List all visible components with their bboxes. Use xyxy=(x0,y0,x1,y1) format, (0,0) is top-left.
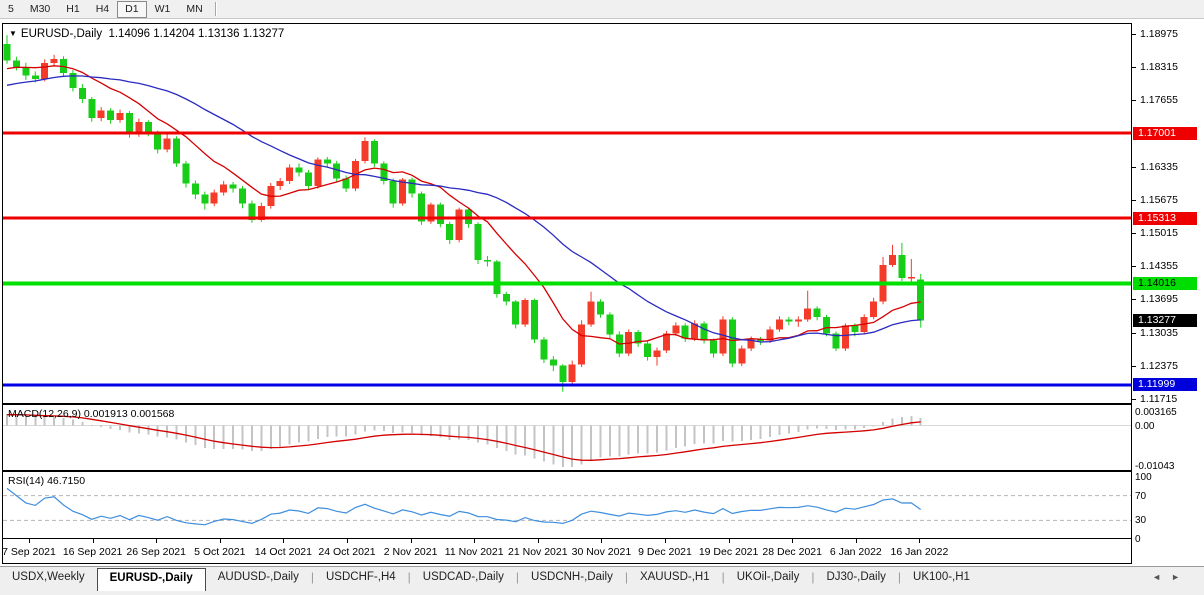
chart-window[interactable]: ▼ EURUSD-,Daily 1.14096 1.14204 1.13136 1… xyxy=(2,23,1132,564)
level-price-label: 1.15313 xyxy=(1133,212,1197,225)
date-label: 28 Dec 2021 xyxy=(762,546,822,558)
macd-scale-label: 0.00 xyxy=(1135,421,1154,432)
price-tick xyxy=(1132,299,1136,300)
date-tick xyxy=(283,539,284,543)
date-label: 9 Dec 2021 xyxy=(638,546,692,558)
date-label: 16 Sep 2021 xyxy=(63,546,123,558)
rsi-indicator-pane[interactable] xyxy=(3,472,1131,538)
chart-tab-usdx-weekly[interactable]: USDX,Weekly xyxy=(0,568,97,591)
current-price-label: 1.13277 xyxy=(1133,314,1197,327)
rsi-label: RSI(14) 46.7150 xyxy=(8,475,85,487)
chart-ohlc-values: 1.14096 1.14204 1.13136 1.13277 xyxy=(108,28,284,40)
price-tick xyxy=(1132,233,1136,234)
date-tick xyxy=(411,539,412,543)
date-tick xyxy=(93,539,94,543)
timeframe-button-h4[interactable]: H4 xyxy=(88,1,117,18)
macd-scale-label: 0.003165 xyxy=(1135,407,1177,418)
date-label: 19 Dec 2021 xyxy=(699,546,759,558)
chart-tab-dj30-daily[interactable]: DJ30-,Daily xyxy=(814,568,897,591)
trading-app-window: 5M30H1H4D1W1MN ▼ EURUSD-,Daily 1.14096 1.… xyxy=(0,0,1204,595)
timeframe-button-h1[interactable]: H1 xyxy=(58,1,87,18)
date-label: 21 Nov 2021 xyxy=(508,546,568,558)
date-label: 6 Jan 2022 xyxy=(830,546,882,558)
level-price-label: 1.17001 xyxy=(1133,127,1197,140)
date-label: 16 Jan 2022 xyxy=(890,546,948,558)
chart-tab-xauusd-h1[interactable]: XAUUSD-,H1 xyxy=(628,568,722,591)
timeframe-button-m30[interactable]: M30 xyxy=(22,1,58,18)
price-label: 1.16335 xyxy=(1140,161,1178,173)
date-label: 5 Oct 2021 xyxy=(194,546,245,558)
date-label: 11 Nov 2021 xyxy=(445,546,504,558)
chart-tab-audusd-daily[interactable]: AUDUSD-,Daily xyxy=(206,568,311,591)
price-axis[interactable]: 1.18975 1.18315 1.17655 1.16335 1.15675 1.150… xyxy=(1132,23,1204,564)
date-label: 26 Sep 2021 xyxy=(126,546,186,558)
date-tick xyxy=(29,539,30,543)
date-axis[interactable]: 7 Sep 2021 16 Sep 202126 Sep 2021 5 Oct 20… xyxy=(3,539,1131,563)
rsi-scale-label: 0 xyxy=(1135,534,1141,545)
price-label: 1.11715 xyxy=(1140,393,1177,405)
tab-scroll-left-icon[interactable]: ◄ xyxy=(1152,572,1171,582)
price-label: 1.18315 xyxy=(1140,61,1178,73)
date-tick xyxy=(156,539,157,543)
timeframe-button-d1[interactable]: D1 xyxy=(117,1,146,18)
chart-tab-usdcad-daily[interactable]: USDCAD-,Daily xyxy=(411,568,516,591)
rsi-scale-label: 70 xyxy=(1135,491,1146,502)
chart-tab-usdcnh-daily[interactable]: USDCNH-,Daily xyxy=(519,568,625,591)
chart-symbol-label: EURUSD-,Daily xyxy=(21,28,102,40)
chart-tab-usdchf-h4[interactable]: USDCHF-,H4 xyxy=(314,568,408,591)
date-label: 7 Sep 2021 xyxy=(2,546,56,558)
price-tick xyxy=(1132,167,1136,168)
date-tick xyxy=(347,539,348,543)
date-label: 24 Oct 2021 xyxy=(318,546,375,558)
main-price-chart[interactable] xyxy=(3,24,1131,403)
price-tick xyxy=(1132,67,1136,68)
chevron-down-icon[interactable]: ▼ xyxy=(9,29,17,38)
price-tick xyxy=(1132,333,1136,334)
price-label: 1.18975 xyxy=(1140,28,1178,40)
date-tick xyxy=(601,539,602,543)
toolbar-separator xyxy=(215,2,217,16)
date-label: 2 Nov 2021 xyxy=(384,546,438,558)
timeframe-button-mn[interactable]: MN xyxy=(178,1,210,18)
chart-tab-bar: USDX,WeeklyEURUSD-,DailyAUDUSD-,Daily|US… xyxy=(0,566,1204,595)
price-label: 1.13035 xyxy=(1140,327,1178,339)
date-tick xyxy=(792,539,793,543)
price-label: 1.12375 xyxy=(1140,360,1178,372)
price-tick xyxy=(1132,266,1136,267)
date-label: 14 Oct 2021 xyxy=(255,546,312,558)
timeframe-button-5[interactable]: 5 xyxy=(0,1,22,18)
price-tick xyxy=(1132,399,1136,400)
price-label: 1.15015 xyxy=(1140,227,1178,239)
price-label: 1.13695 xyxy=(1140,293,1178,305)
date-tick xyxy=(729,539,730,543)
timeframe-button-w1[interactable]: W1 xyxy=(147,1,179,18)
date-tick xyxy=(665,539,666,543)
price-tick xyxy=(1132,34,1136,35)
date-tick xyxy=(856,539,857,543)
chart-tab-ukoil-daily[interactable]: UKOil-,Daily xyxy=(725,568,812,591)
timeframe-toolbar: 5M30H1H4D1W1MN xyxy=(0,0,1204,19)
date-tick xyxy=(220,539,221,543)
rsi-scale-label: 100 xyxy=(1135,472,1152,483)
date-tick xyxy=(919,539,920,543)
price-label: 1.14355 xyxy=(1140,260,1178,272)
date-tick xyxy=(474,539,475,543)
date-label: 30 Nov 2021 xyxy=(572,546,632,558)
price-tick xyxy=(1132,100,1136,101)
level-price-label: 1.11999 xyxy=(1133,378,1197,391)
price-label: 1.17655 xyxy=(1140,94,1178,106)
chart-title: ▼ EURUSD-,Daily 1.14096 1.14204 1.13136 1… xyxy=(9,28,284,40)
chart-tab-eurusd-daily[interactable]: EURUSD-,Daily xyxy=(97,568,206,591)
macd-scale-label: -0.01043 xyxy=(1135,461,1174,472)
chart-tab-uk100-h1[interactable]: UK100-,H1 xyxy=(901,568,982,591)
tab-scroll-right-icon[interactable]: ► xyxy=(1171,572,1190,582)
macd-label: MACD(12,26,9) 0.001913 0.001568 xyxy=(8,408,174,420)
date-tick xyxy=(538,539,539,543)
rsi-scale-label: 30 xyxy=(1135,515,1146,526)
level-price-label: 1.14016 xyxy=(1133,277,1197,290)
price-tick xyxy=(1132,200,1136,201)
price-tick xyxy=(1132,366,1136,367)
price-label: 1.15675 xyxy=(1140,194,1178,206)
